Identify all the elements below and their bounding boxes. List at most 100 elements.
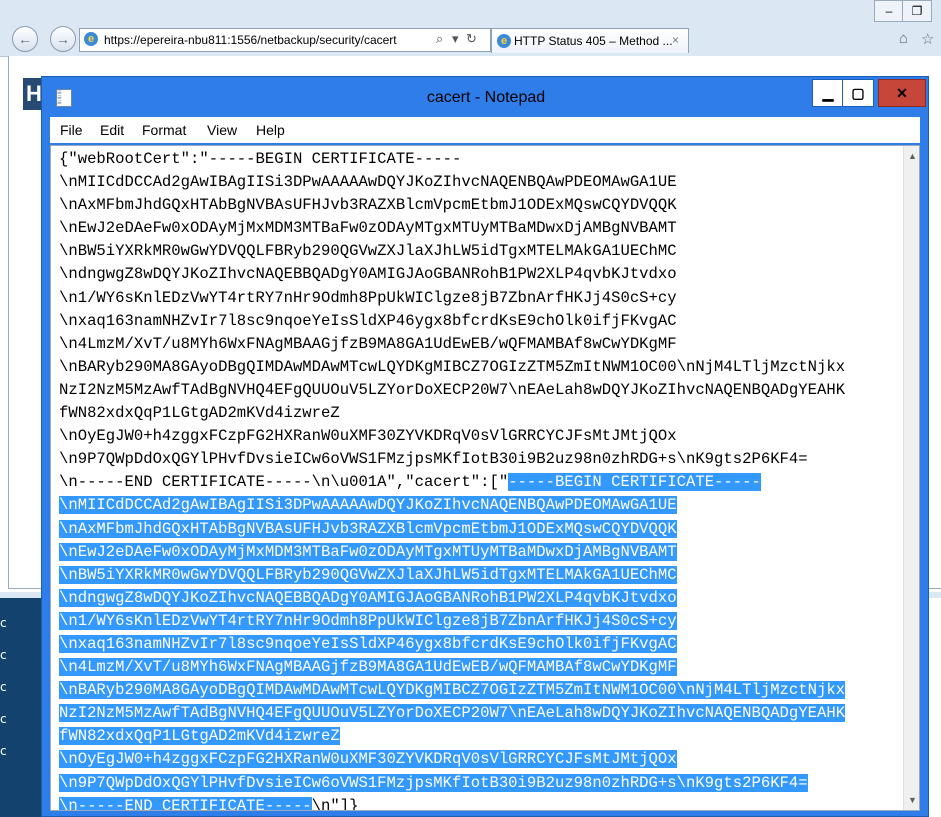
text-line: \nEwJ2eDAeFw0xODAyMjMxMDM3MTBaFw0zODAyMT…	[59, 541, 907, 564]
line-text: {"webRootCert":"-----BEGIN CERTIFICATE--…	[59, 150, 462, 168]
address-url[interactable]: https://epereira-nbu811:1556/netbackup/s…	[104, 33, 397, 47]
text-line: \nAxMFbmJhdGQxHTAbBgNVBAsUFHJvb3RAZXBlcm…	[59, 518, 907, 541]
tab-title: HTTP Status 405 – Method ...	[514, 34, 673, 48]
tab-http-status[interactable]: e HTTP Status 405 – Method ... ×	[491, 28, 689, 53]
line-text: \ndngwgZ8wDQYJKoZIhvcNAQEBBQADgY0AMIGJAo…	[59, 265, 677, 284]
text-line: \nOyEgJW0+h4zggxFCzpFG2HXRanW0uXMF30ZYVK…	[59, 748, 907, 771]
line-text: \n1/WY6sKnlEDzVwYT4rtRY7nHr9Odmh8PpUkWIC…	[59, 288, 677, 307]
menu-file[interactable]: File	[60, 122, 83, 138]
text-line: \n9P7QWpDdOxQGYlPHvfDvsieICw6oVWS1FMzjps…	[59, 448, 907, 471]
ie-tab-icon: e	[497, 34, 511, 48]
text-line: \nxaq163namNHZvIr7l8sc9nqoeYeIsSldXP46yg…	[59, 310, 907, 333]
line-text: \n9P7QWpDdOxQGYlPHvfDvsieICw6oVWS1FMzjps…	[59, 450, 808, 469]
menu-edit[interactable]: Edit	[100, 122, 124, 138]
selected-text: \nBARyb290MA8GAyoDBgQIMDAwMDAwMTcwLQYDKg…	[59, 681, 846, 700]
text-line: \nEwJ2eDAeFw0xODAyMjMxMDM3MTBaFw0zODAyMT…	[59, 217, 907, 240]
selected-text: fWN82xdxQqP1LGtgAD2mKVd4izwreZ	[59, 727, 340, 746]
selected-text: -----BEGIN CERTIFICATE-----	[508, 473, 761, 492]
text-line: \nxaq163namNHZvIr7l8sc9nqoeYeIsSldXP46yg…	[59, 633, 907, 656]
selected-text: \ndngwgZ8wDQYJKoZIhvcNAQEBBQADgY0AMIGJAo…	[59, 588, 677, 607]
text-line: \nBW5iYXRkMR0wGwYDVQQLFBRyb290QGVwZXJlaX…	[59, 564, 907, 587]
text-line: {"webRootCert":"-----BEGIN CERTIFICATE--…	[59, 148, 907, 171]
favorites-icon[interactable]: ☆	[921, 30, 934, 48]
desktop-icon-label: c	[0, 680, 7, 694]
search-icon[interactable]: ⌕	[436, 31, 443, 47]
line-text: \nAxMFbmJhdGQxHTAbBgNVBAsUFHJvb3RAZXBlcm…	[59, 196, 677, 215]
line-text: \n4LmzM/XvT/u8MYh6WxFNAgMBAAGjfzB9MA8GA1…	[59, 334, 677, 353]
selected-text: \nMIICdDCCAd2gAwIBAgIISi3DPwAAAAAwDQYJKo…	[59, 496, 677, 515]
text-line: NzI2NzM5MzAwfTAdBgNVHQ4EFgQUUOuV5LZYorDo…	[59, 379, 907, 402]
text-line: \n4LmzM/XvT/u8MYh6WxFNAgMBAAGjfzB9MA8GA1…	[59, 333, 907, 356]
refresh-icon[interactable]: ↻	[466, 31, 477, 47]
selected-text: \nBW5iYXRkMR0wGwYDVQQLFBRyb290QGVwZXJlaX…	[59, 565, 677, 584]
text-line: \ndngwgZ8wDQYJKoZIhvcNAQEBBQADgY0AMIGJAo…	[59, 587, 907, 610]
line-text: fWN82xdxQqP1LGtgAD2mKVd4izwreZ	[59, 404, 340, 423]
menu-format[interactable]: Format	[142, 122, 186, 138]
selected-text: \n9P7QWpDdOxQGYlPHvfDvsieICw6oVWS1FMzjps…	[59, 773, 808, 792]
tab-close-icon[interactable]: ×	[672, 33, 679, 47]
scroll-up-arrow-icon[interactable]: ▲	[904, 148, 919, 165]
scroll-down-arrow-icon[interactable]: ▼	[904, 792, 919, 809]
text-line: \nBARyb290MA8GAyoDBgQIMDAwMDAwMTcwLQYDKg…	[59, 679, 907, 702]
browser-restore-button[interactable]: ❐	[902, 0, 932, 22]
line-text: \n-----END CERTIFICATE-----\n\u001A","ca…	[59, 473, 509, 492]
text-line: \nBARyb290MA8GAyoDBgQIMDAwMDAwMTcwLQYDKg…	[59, 356, 907, 379]
browser-minimize-button[interactable]: ‒	[874, 0, 904, 22]
desktop-icon-label: c	[0, 616, 7, 630]
text-line: \n1/WY6sKnlEDzVwYT4rtRY7nHr9Odmh8PpUkWIC…	[59, 287, 907, 310]
selected-text: \n1/WY6sKnlEDzVwYT4rtRY7nHr9Odmh8PpUkWIC…	[59, 611, 677, 630]
line-text: \nMIICdDCCAd2gAwIBAgIISi3DPwAAAAAwDQYJKo…	[59, 173, 677, 192]
text-line: fWN82xdxQqP1LGtgAD2mKVd4izwreZ	[59, 725, 907, 748]
dropdown-icon[interactable]: ▾	[452, 31, 459, 47]
selected-text: \nxaq163namNHZvIr7l8sc9nqoeYeIsSldXP46yg…	[59, 634, 677, 653]
selected-text: \nAxMFbmJhdGQxHTAbBgNVBAsUFHJvb3RAZXBlcm…	[59, 519, 677, 538]
minimize-button[interactable]: ▁	[812, 79, 844, 107]
notepad-window: ≡ ≡ ≡ cacert - Notepad ▁ ▢ ✕ File Edit For…	[41, 76, 929, 817]
desktop-icon-label: c	[0, 712, 7, 726]
text-line: \nMIICdDCCAd2gAwIBAgIISi3DPwAAAAAwDQYJKo…	[59, 171, 907, 194]
text-line: \n4LmzM/XvT/u8MYh6WxFNAgMBAAGjfzB9MA8GA1…	[59, 656, 907, 679]
notepad-title: cacert - Notepad	[426, 89, 546, 106]
text-line: \n9P7QWpDdOxQGYlPHvfDvsieICw6oVWS1FMzjps…	[59, 772, 907, 795]
text-line: \n-----END CERTIFICATE-----\n\u001A","ca…	[59, 471, 907, 494]
selected-text: \nEwJ2eDAeFw0xODAyMjMxMDM3MTBaFw0zODAyMT…	[59, 542, 677, 561]
close-button[interactable]: ✕	[878, 79, 926, 107]
back-arrow-icon: ←	[18, 31, 32, 47]
forward-button[interactable]: →	[50, 26, 76, 52]
address-bar[interactable]: e https://epereira-nbu811:1556/netbackup…	[79, 28, 491, 52]
line-text: \nBARyb290MA8GAyoDBgQIMDAwMDAwMTcwLQYDKg…	[59, 357, 846, 376]
maximize-icon: ▢	[851, 85, 865, 101]
text-line: \n-----END CERTIFICATE-----\n"]}	[59, 795, 907, 810]
text-line: fWN82xdxQqP1LGtgAD2mKVd4izwreZ	[59, 402, 907, 425]
vertical-scrollbar[interactable]: ▲ ▼	[903, 146, 919, 810]
back-button[interactable]: ←	[12, 26, 38, 52]
text-line: \nBW5iYXRkMR0wGwYDVQQLFBRyb290QGVwZXJlaX…	[59, 240, 907, 263]
selected-text: \nOyEgJW0+h4zggxFCzpFG2HXRanW0uXMF30ZYVK…	[59, 750, 677, 769]
close-icon: ✕	[896, 85, 908, 101]
browser-toolbar: ‒ ❐ ← → e https://epereira-nbu811:1556/n…	[0, 0, 941, 57]
line-text: \nxaq163namNHZvIr7l8sc9nqoeYeIsSldXP46yg…	[59, 311, 677, 330]
editor-text[interactable]: {"webRootCert":"-----BEGIN CERTIFICATE--…	[59, 148, 907, 810]
desktop-icon-label: c	[0, 744, 7, 758]
minimize-icon: ▁	[822, 85, 834, 101]
line-text: \nBW5iYXRkMR0wGwYDVQQLFBRyb290QGVwZXJlaX…	[59, 242, 677, 261]
text-line: NzI2NzM5MzAwfTAdBgNVHQ4EFgQUUOuV5LZYorDo…	[59, 702, 907, 725]
text-line: \n1/WY6sKnlEDzVwYT4rtRY7nHr9Odmh8PpUkWIC…	[59, 610, 907, 633]
menu-help[interactable]: Help	[256, 122, 285, 138]
ie-page-icon: e	[84, 32, 98, 46]
text-line: \nAxMFbmJhdGQxHTAbBgNVBAsUFHJvb3RAZXBlcm…	[59, 194, 907, 217]
desktop-icon-label: c	[0, 648, 7, 662]
menu-view[interactable]: View	[207, 122, 237, 138]
text-line: \ndngwgZ8wDQYJKoZIhvcNAQEBBQADgY0AMIGJAo…	[59, 263, 907, 286]
line-text: NzI2NzM5MzAwfTAdBgNVHQ4EFgQUUOuV5LZYorDo…	[59, 380, 846, 399]
desktop-background: c c c c c	[0, 596, 44, 817]
maximize-button[interactable]: ▢	[842, 79, 874, 107]
selected-text: \n-----END CERTIFICATE-----	[59, 796, 312, 810]
menu-bar: File Edit Format View Help	[50, 117, 920, 143]
text-editor[interactable]: {"webRootCert":"-----BEGIN CERTIFICATE--…	[50, 145, 920, 811]
line-text: \nEwJ2eDAeFw0xODAyMjMxMDM3MTBaFw0zODAyMT…	[59, 219, 677, 238]
text-line: \nMIICdDCCAd2gAwIBAgIISi3DPwAAAAAwDQYJKo…	[59, 494, 907, 517]
line-text: \nOyEgJW0+h4zggxFCzpFG2HXRanW0uXMF30ZYVK…	[59, 427, 677, 446]
forward-arrow-icon: →	[56, 31, 70, 47]
home-icon[interactable]: ⌂	[899, 30, 908, 47]
